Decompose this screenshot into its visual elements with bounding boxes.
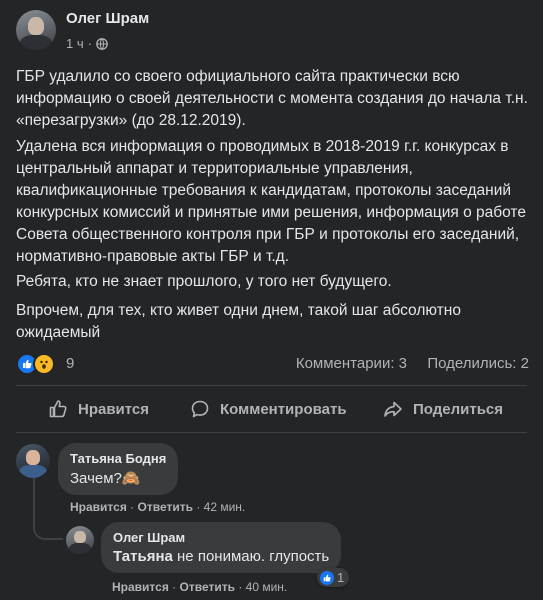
reply-time[interactable]: 40 мин. [246, 580, 288, 594]
comment-text: Зачем?🙈 [70, 470, 141, 487]
comment-like-link[interactable]: Нравится [70, 500, 127, 514]
post-stats: Комментарии: 3 Поделились: 2 [296, 355, 529, 372]
share-button[interactable]: Поделиться [383, 389, 503, 429]
comment-button[interactable]: Комментировать [190, 389, 347, 429]
comment-time[interactable]: 42 мин. [204, 500, 246, 514]
post-paragraph: Удалена вся информация о проводимых в 20… [16, 138, 526, 265]
post-paragraph: Впрочем, для тех, кто живет одни днем, т… [16, 302, 461, 341]
reply-avatar[interactable] [66, 526, 94, 554]
post-time[interactable]: 1 ч [66, 36, 84, 51]
reply-text: Татьяна не понимаю. глупость [113, 548, 329, 565]
reply-bubble: Олег Шрам Татьяна не понимаю. глупость [101, 522, 342, 573]
wow-icon [33, 353, 55, 375]
post-paragraph: Ребята, кто не знает прошлого, у того не… [16, 273, 392, 290]
like-label: Нравится [78, 400, 150, 418]
post-author-name[interactable]: Олег Шрам [66, 10, 149, 27]
post-meta: 1 ч · [66, 36, 108, 51]
reply-reply-link[interactable]: Ответить [180, 580, 235, 594]
reply-reactions[interactable]: 1 [317, 568, 350, 587]
meta-separator: · [87, 36, 92, 51]
shares-count[interactable]: Поделились: 2 [427, 355, 529, 372]
thread-branch [33, 516, 63, 540]
comment-actions: Нравится · Ответить · 42 мин. [70, 500, 246, 514]
reaction-icons[interactable] [16, 353, 55, 375]
commenter-avatar[interactable] [16, 444, 50, 478]
reply-author[interactable]: Олег Шрам [113, 530, 329, 545]
divider [16, 385, 527, 386]
globe-icon [96, 37, 108, 50]
comment-label: Комментировать [220, 400, 347, 418]
comment-reply-link[interactable]: Ответить [138, 500, 193, 514]
thumbs-up-icon [48, 399, 68, 419]
author-avatar[interactable] [16, 10, 56, 50]
like-button[interactable]: Нравится [48, 389, 149, 429]
comment-author[interactable]: Татьяна Бодня [70, 451, 166, 466]
reply-like-link[interactable]: Нравится [112, 580, 169, 594]
post-paragraph: ГБР удалило со своего официального сайта… [16, 68, 528, 129]
reply-mention[interactable]: Татьяна [113, 548, 173, 565]
like-icon [320, 570, 334, 585]
share-icon [383, 399, 403, 419]
reply-reaction-count: 1 [337, 570, 345, 585]
divider [16, 432, 527, 433]
reply-body: не понимаю. глупость [172, 548, 330, 565]
reaction-count[interactable]: 9 [66, 355, 74, 372]
comment-icon [190, 399, 210, 419]
comment-bubble: Татьяна Бодня Зачем?🙈 [58, 443, 179, 495]
share-label: Поделиться [413, 400, 504, 418]
comments-count[interactable]: Комментарии: 3 [296, 355, 407, 372]
reply-actions: Нравится · Ответить · 40 мин. [112, 580, 288, 594]
